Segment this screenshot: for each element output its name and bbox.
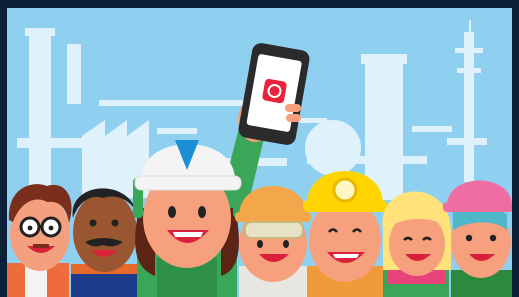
worker-yellow-hard-hat-lamp [303,171,387,297]
worker-glasses [7,184,72,297]
workers-illustration [7,8,512,297]
image-frame [0,0,519,297]
worker-mustache [71,188,143,297]
worker-pink-cap [443,180,512,297]
chimney-left [29,30,51,200]
worker-orange-hard-hat [235,186,311,297]
phone-app-icon [262,78,287,104]
illustration [7,8,512,297]
worker-blonde [382,191,452,297]
